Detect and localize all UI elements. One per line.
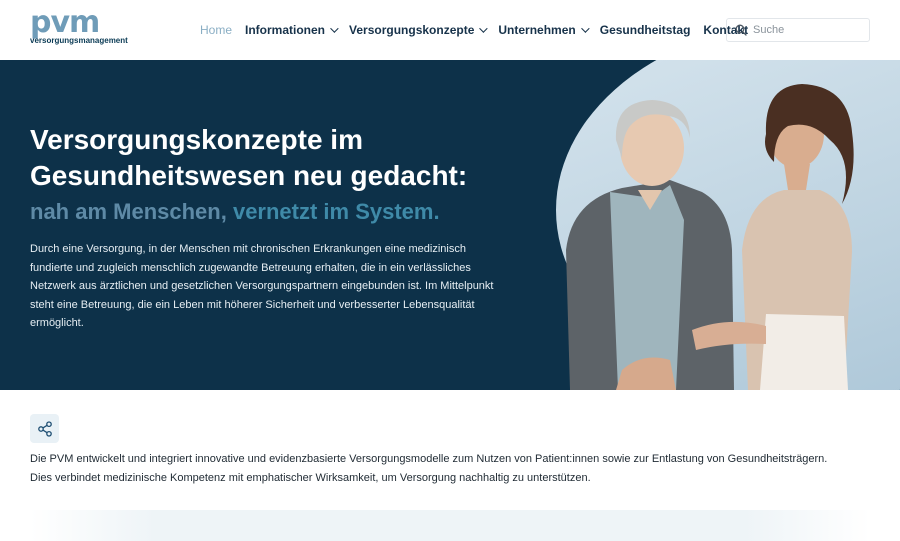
hero-section: Versorgungskonzepte im Gesundheitswesen … — [0, 60, 900, 390]
intro-text: Die PVM entwickelt und integriert innova… — [30, 450, 880, 488]
nav-item-versorgungskonzepte[interactable]: Versorgungskonzepte — [349, 23, 489, 37]
next-section-card — [30, 510, 870, 541]
nav-item-label: Versorgungskonzepte — [349, 23, 475, 37]
nav-item-home[interactable]: Home — [200, 23, 232, 37]
hero-photo-caregiver-and-senior — [566, 84, 854, 390]
intro-line-1: Die PVM entwickelt und integriert innova… — [30, 453, 828, 465]
hero-description: Durch eine Versorgung, in der Menschen m… — [30, 243, 494, 329]
nav-item-gesundheitstag[interactable]: Gesundheitstag — [600, 23, 691, 37]
nav-item-label: Unternehmen — [498, 23, 576, 37]
search-icon — [735, 24, 747, 36]
main-navigation: Home Informationen Versorgungskonzepte U… — [200, 22, 761, 38]
nav-item-informationen[interactable]: Informationen — [245, 23, 339, 37]
hero-subtitle: nah am Menschen, vernetzt im System. — [30, 199, 440, 225]
nav-item-label: Gesundheitstag — [599, 23, 691, 37]
nav-item-label: Informationen — [245, 23, 326, 37]
search-box[interactable] — [726, 18, 870, 42]
chevron-down-icon — [479, 24, 489, 33]
hero-title: Versorgungskonzepte im Gesundheitswesen … — [30, 124, 468, 191]
chevron-down-icon — [580, 24, 590, 33]
logo-wordmark: pvm — [30, 5, 100, 40]
site-header: pvm versorgungsmanagement Home Informati… — [0, 0, 900, 60]
pvm-logo[interactable]: pvm versorgungsmanagement — [30, 5, 150, 47]
nav-item-unternehmen[interactable]: Unternehmen — [498, 23, 590, 37]
logo-tagline: versorgungsmanagement — [30, 36, 128, 45]
hero-subtitle-part2: vernetzt im System. — [226, 199, 440, 224]
search-input[interactable] — [753, 24, 863, 36]
chevron-down-icon — [330, 24, 339, 33]
share-button[interactable] — [30, 414, 59, 443]
intro-line-2: Dies verbindet medizinische Kompetenz mi… — [30, 472, 591, 484]
nav-item-label: Home — [200, 23, 233, 37]
hero-subtitle-part1: nah am Menschen, — [30, 199, 227, 224]
share-icon — [37, 420, 52, 437]
